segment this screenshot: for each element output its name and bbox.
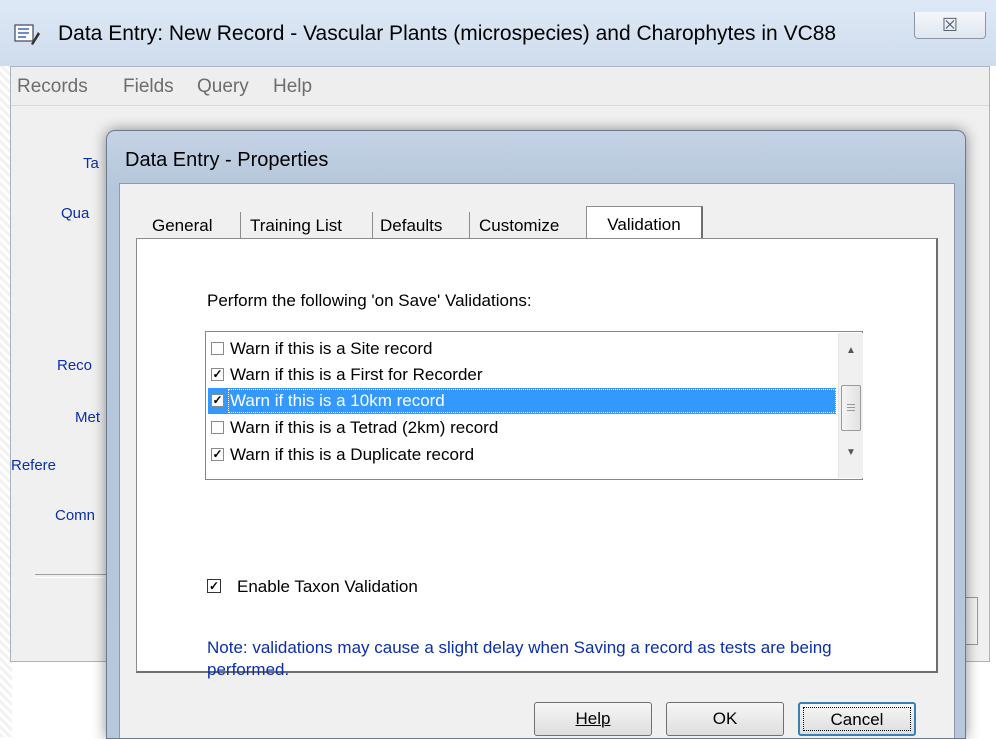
ok-button-label: OK [712,709,738,728]
main-window-title: Data Entry: New Record - Vascular Plants… [58,22,837,45]
menu-records[interactable]: Records [17,76,88,98]
list-item-label: Warn if this is a First for Recorder [230,365,483,384]
tab-customize[interactable]: Customize [469,212,586,238]
cancel-button[interactable]: Cancel [798,702,916,736]
list-item-label: Warn if this is a Tetrad (2km) record [230,418,499,437]
validation-tetrad-record[interactable]: Warn if this is a Tetrad (2km) record [208,415,836,441]
validation-note: Note: validations may cause a slight del… [207,638,832,679]
scroll-down-arrow-icon[interactable]: ▼ [839,443,863,463]
scroll-thumb[interactable] [841,385,861,431]
duplicate-record-checkbox[interactable]: ✓ [211,448,224,461]
tetrad-record-checkbox[interactable] [211,421,224,434]
enable-taxon-validation-label: Enable Taxon Validation [237,577,418,596]
main-close-button[interactable]: ☒ [914,12,986,39]
help-button-label: Help [575,709,611,728]
properties-dialog: Data Entry - Properties General Training… [106,130,966,739]
bg-label-comment: Comn [55,507,96,524]
validation-duplicate-record[interactable]: ✓ Warn if this is a Duplicate record [208,442,836,468]
validation-10km-record[interactable]: ✓ Warn if this is a 10km record [208,388,836,414]
close-icon: ☒ [941,14,959,35]
list-item-label: Warn if this is a 10km record [230,391,445,410]
first-for-recorder-checkbox[interactable]: ✓ [211,368,224,381]
ok-button[interactable]: OK [666,702,784,736]
section-label: Perform the following 'on Save' Validati… [207,291,532,310]
dialog-title: Data Entry - Properties [125,149,329,171]
bg-label-method: Met [75,409,101,426]
scroll-up-arrow-icon[interactable]: ▲ [839,341,863,361]
dialog-body: General Training List Defaults Customize… [119,183,955,738]
tab-validation[interactable]: Validation [586,206,703,240]
validation-site-record[interactable]: Warn if this is a Site record [208,336,836,362]
tab-defaults[interactable]: Defaults [372,212,469,238]
validation-tab-panel: Perform the following 'on Save' Validati… [136,238,938,679]
10km-record-checkbox[interactable]: ✓ [211,394,224,407]
site-record-checkbox[interactable] [211,342,224,355]
validation-first-for-recorder[interactable]: ✓ Warn if this is a First for Recorder [208,362,836,388]
tab-general[interactable]: General [148,212,240,238]
bg-label-qualifier: Qua [61,205,90,222]
tab-training-list[interactable]: Training List [240,212,372,238]
cancel-button-label: Cancel [830,710,884,729]
menu-query[interactable]: Query [197,76,249,98]
bg-label-taxon: Ta [83,155,99,172]
grip-icon [847,403,855,413]
enable-taxon-validation-checkbox[interactable]: ✓ [207,579,221,593]
bg-label-recorder: Reco [57,357,93,374]
main-menubar: Records Fields Query Help [11,67,989,106]
list-item-label: Warn if this is a Site record [230,339,433,358]
help-button[interactable]: Help [534,702,652,736]
data-entry-app-icon [14,24,40,45]
bg-label-reference: Refere [11,457,57,474]
listbox-scrollbar[interactable]: ▲ ▼ [838,333,863,478]
validations-listbox[interactable]: Warn if this is a Site record ✓ Warn if … [205,331,863,480]
menu-fields[interactable]: Fields [123,76,174,98]
main-titlebar: Data Entry: New Record - Vascular Plants… [0,0,996,66]
menu-help[interactable]: Help [273,76,312,98]
list-item-label: Warn if this is a Duplicate record [230,445,475,464]
